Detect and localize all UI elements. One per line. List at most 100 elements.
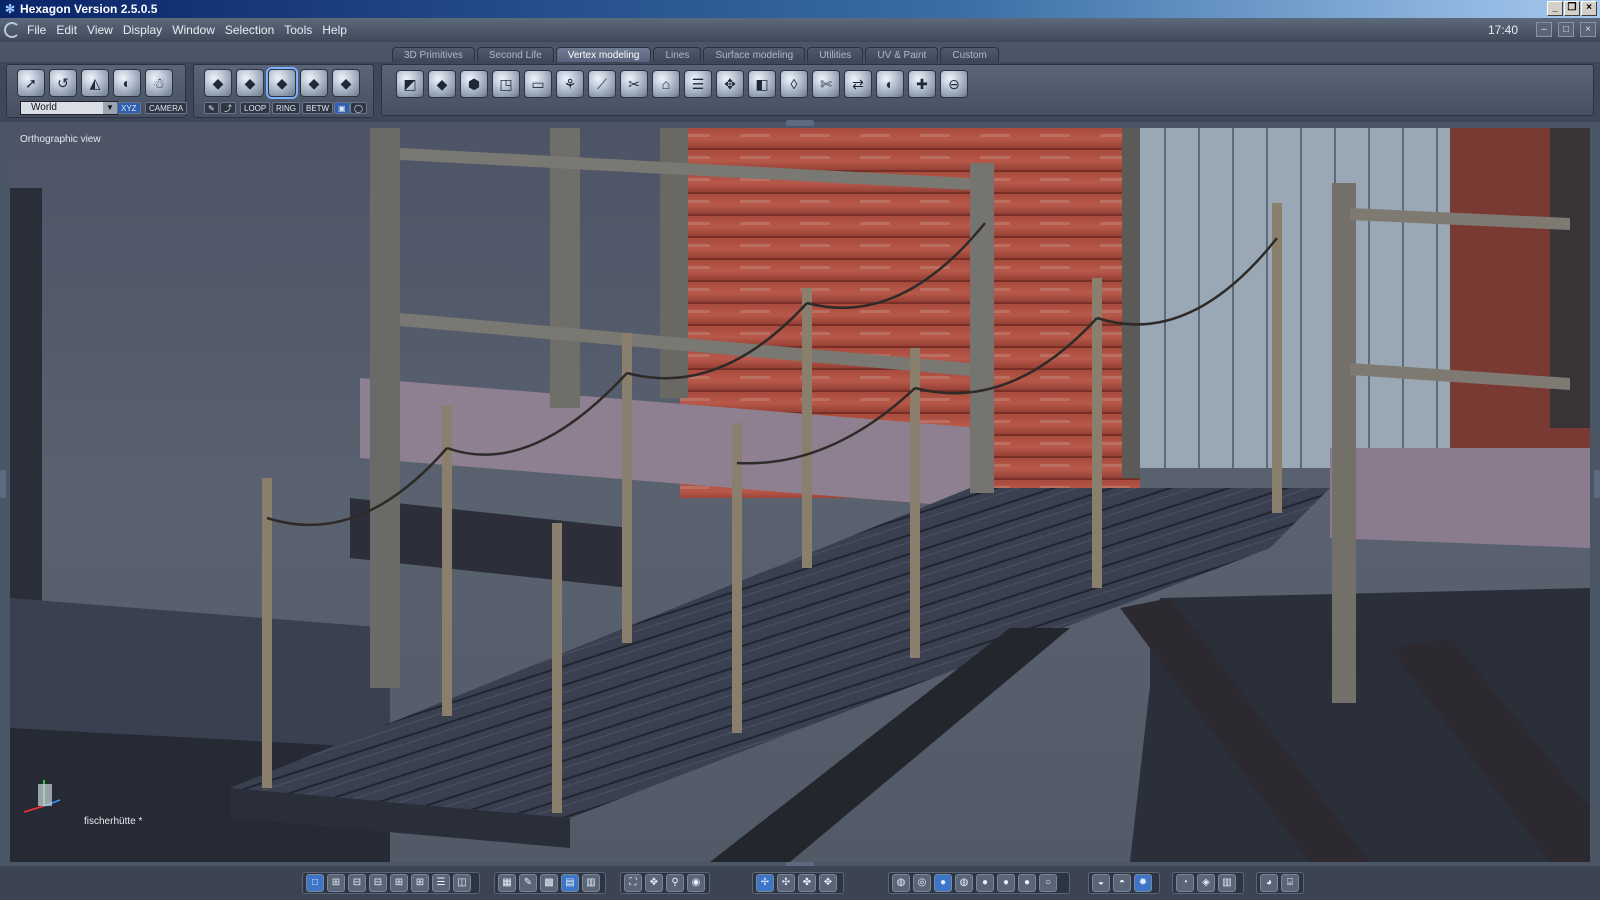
add-vertex-icon[interactable]: ✚ <box>908 70 936 98</box>
three-view-left-icon[interactable]: ⊞ <box>390 874 408 892</box>
edge-mode-cube-icon[interactable]: ◆ <box>268 69 296 97</box>
menu-view[interactable]: View <box>86 23 114 37</box>
zoom-icon[interactable]: ⚲ <box>666 874 684 892</box>
select-arrow-icon[interactable]: ➚ <box>17 69 45 97</box>
betw-button[interactable]: BETW <box>302 102 334 114</box>
pan-icon[interactable]: ✥ <box>645 874 663 892</box>
ring-button[interactable]: RING <box>272 102 300 114</box>
path-select-icon[interactable]: ⤴ <box>220 102 236 114</box>
universal-manipulator-icon[interactable]: ✢ <box>756 874 774 892</box>
tab-lines[interactable]: Lines <box>653 47 702 63</box>
wireframe-icon[interactable]: ◍ <box>892 874 910 892</box>
camera-button[interactable]: CAMERA <box>145 102 188 114</box>
left-panel-toggle[interactable] <box>0 470 6 498</box>
cut-icon[interactable]: ✄ <box>812 70 840 98</box>
tessellate-icon[interactable]: ✂ <box>620 70 648 98</box>
xyz-button[interactable]: XYZ <box>117 102 141 114</box>
auto-mode-cube-icon[interactable]: ◆ <box>332 69 360 97</box>
flat-shading-icon[interactable]: ● <box>976 874 994 892</box>
magnet-select-icon[interactable]: ◐ <box>113 69 141 97</box>
menu-display[interactable]: Display <box>122 23 163 37</box>
paint-select-icon[interactable]: ◭ <box>81 69 109 97</box>
bright-shading-icon[interactable]: ○ <box>1039 874 1057 892</box>
menu-file[interactable]: File <box>26 23 47 37</box>
close-window-icon[interactable]: × <box>1581 1 1597 16</box>
remove-vertex-icon[interactable]: ⊖ <box>940 70 968 98</box>
symmetry-icon[interactable]: ◧ <box>748 70 776 98</box>
material-icon[interactable]: ◈ <box>1197 874 1215 892</box>
split-stack-icon[interactable]: ☰ <box>432 874 450 892</box>
soft-select-icon[interactable]: ◯ <box>350 102 367 114</box>
extrude-icon[interactable]: ◆ <box>428 70 456 98</box>
smooth-icon[interactable]: ⚘ <box>556 70 584 98</box>
menu-selection[interactable]: Selection <box>224 23 275 37</box>
ghost-select-icon[interactable]: ☃ <box>145 69 173 97</box>
quad-view-icon[interactable]: ⊞ <box>327 874 345 892</box>
object-mode-cube-icon[interactable]: ◆ <box>204 69 232 97</box>
snap-icon[interactable]: ✎ <box>519 874 537 892</box>
thickness-icon[interactable]: ▭ <box>524 70 552 98</box>
edge-slide-icon[interactable]: ⟋ <box>588 70 616 98</box>
split-vertical-icon[interactable]: ◫ <box>453 874 471 892</box>
three-view-top-icon[interactable]: ⊟ <box>348 874 366 892</box>
top-panel-toggle[interactable] <box>786 120 814 126</box>
single-view-icon[interactable]: □ <box>306 874 324 892</box>
fit-view-icon[interactable]: ⛶ <box>624 874 642 892</box>
xray-icon[interactable]: ◓ <box>1113 874 1131 892</box>
inset-icon[interactable]: ◳ <box>492 70 520 98</box>
texture-view-icon[interactable]: ▥ <box>1218 874 1236 892</box>
grid-size-icon[interactable]: ▥ <box>582 874 600 892</box>
textured-shading-icon[interactable]: ● <box>934 874 952 892</box>
menu-window[interactable]: Window <box>171 23 216 37</box>
loop-button[interactable]: LOOP <box>240 102 271 114</box>
chevron-down-icon[interactable]: ▼ <box>103 102 117 114</box>
doc-close-icon[interactable]: × <box>1580 22 1596 37</box>
smooth-shading-icon[interactable]: ● <box>997 874 1015 892</box>
shadow-icon[interactable]: ◔ <box>1176 874 1194 892</box>
three-view-right-icon[interactable]: ⊞ <box>411 874 429 892</box>
grid-toggle-icon[interactable]: ▦ <box>498 874 516 892</box>
menu-help[interactable]: Help <box>321 23 348 37</box>
orbit-eye-icon[interactable]: ◉ <box>687 874 705 892</box>
split-horizontal-icon[interactable]: ⊟ <box>369 874 387 892</box>
tab-vertex-modeling[interactable]: Vertex modeling <box>555 47 652 63</box>
scene-render[interactable] <box>10 128 1590 862</box>
grid-display-icon[interactable]: ▤ <box>561 874 579 892</box>
fill-hole-icon[interactable]: ✥ <box>716 70 744 98</box>
wire-on-shaded-icon[interactable]: ◎ <box>913 874 931 892</box>
menu-tools[interactable]: Tools <box>283 23 313 37</box>
flip-normals-icon[interactable]: ⇄ <box>844 70 872 98</box>
right-panel-toggle[interactable] <box>1594 470 1600 498</box>
backface-icon[interactable]: ◒ <box>1092 874 1110 892</box>
tab-utilities[interactable]: Utilities <box>807 47 864 63</box>
tab-custom[interactable]: Custom <box>940 47 999 63</box>
tab-second-life[interactable]: Second Life <box>476 47 554 63</box>
lasso-select-icon[interactable]: ↺ <box>49 69 77 97</box>
coordinate-system-select[interactable]: World ▼ <box>20 101 118 115</box>
weld-icon[interactable]: ⌂ <box>652 70 680 98</box>
face-mode-cube-icon[interactable]: ◆ <box>236 69 264 97</box>
render-preview-icon[interactable]: ◕ <box>1260 874 1278 892</box>
grow-select-icon[interactable]: ▣ <box>334 102 350 114</box>
3d-viewport[interactable]: Orthographic view fischerhütte * <box>10 128 1590 862</box>
minimize-window-icon[interactable]: _ <box>1547 1 1563 16</box>
screenshot-camera-icon[interactable]: ⌸ <box>1281 874 1299 892</box>
extract-icon[interactable]: ◐ <box>876 70 904 98</box>
vertex-mode-cube-icon[interactable]: ◆ <box>300 69 328 97</box>
menu-edit[interactable]: Edit <box>55 23 78 37</box>
tab-uv-paint[interactable]: UV & Paint <box>865 47 939 63</box>
fold-icon[interactable]: ◊ <box>780 70 808 98</box>
tab-3d-primitives[interactable]: 3D Primitives <box>392 47 475 63</box>
pen-select-icon[interactable]: ✎ <box>204 102 219 114</box>
move-manipulator-icon[interactable]: ✣ <box>777 874 795 892</box>
grid-color-icon[interactable]: ▩ <box>540 874 558 892</box>
rotate-manipulator-icon[interactable]: ✤ <box>798 874 816 892</box>
smooth-wire-icon[interactable]: ◍ <box>955 874 973 892</box>
lighting-icon[interactable]: ✹ <box>1134 874 1152 892</box>
tab-surface-modeling[interactable]: Surface modeling <box>703 47 806 63</box>
doc-maximize-icon[interactable]: □ <box>1558 22 1574 37</box>
restore-window-icon[interactable]: ❐ <box>1564 1 1580 16</box>
scale-manipulator-icon[interactable]: ✥ <box>819 874 837 892</box>
doc-minimize-icon[interactable]: – <box>1536 22 1552 37</box>
create-polygon-icon[interactable]: ◩ <box>396 70 424 98</box>
